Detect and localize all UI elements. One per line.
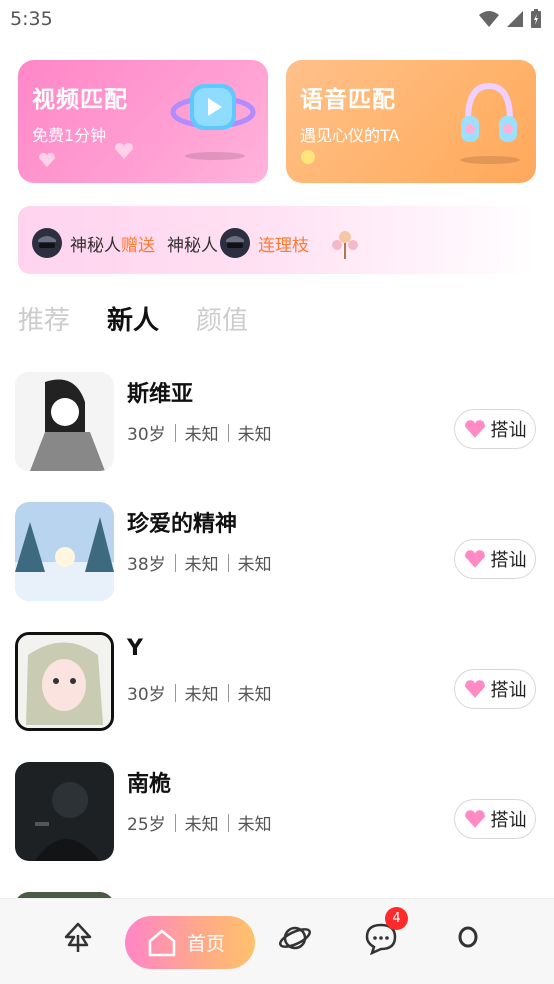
gift-receiver: 神秘人 <box>167 235 218 256</box>
tree-icon[interactable] <box>62 921 94 953</box>
message-badge: 4 <box>385 907 408 930</box>
greet-button-label: 搭讪 <box>490 680 527 701</box>
user-name: 斯维亚 <box>127 382 194 407</box>
video-match-subtitle: 免费1分钟 <box>32 126 107 145</box>
user-field: 未知 <box>184 425 219 445</box>
gift-name: 连理枝 <box>258 235 309 256</box>
avatar[interactable] <box>15 372 114 471</box>
home-icon <box>148 929 176 956</box>
heart-icon <box>464 550 485 568</box>
user-age: 30岁 <box>127 685 166 705</box>
anonymous-avatar-icon <box>220 228 250 258</box>
tab-looks[interactable]: 颜值 <box>196 300 248 340</box>
user-name: 南桅 <box>127 772 172 797</box>
heart-icon <box>464 420 485 438</box>
user-meta: 30岁 未知 未知 <box>127 680 272 705</box>
headphones-icon <box>461 82 517 142</box>
planet-icon[interactable] <box>278 921 312 955</box>
gift-sender: 神秘人 <box>70 235 121 256</box>
bottom-nav: 首页 4 <box>0 898 554 984</box>
home-tab[interactable]: 首页 <box>125 916 255 969</box>
gift-flower-icon <box>332 231 358 259</box>
greet-button[interactable]: 搭讪 <box>454 799 536 839</box>
user-age: 30岁 <box>127 425 166 445</box>
greet-button[interactable]: 搭讪 <box>454 409 536 449</box>
tab-recommend[interactable]: 推荐 <box>18 300 70 340</box>
user-field: 未知 <box>237 685 272 705</box>
gift-row: 神秘人 赠送 神秘人 连理枝 <box>32 225 363 261</box>
greet-button[interactable]: 搭讪 <box>454 669 536 709</box>
avatar[interactable] <box>15 762 114 861</box>
user-name: 珍爱的精神 <box>127 512 238 537</box>
user-field: 未知 <box>237 815 272 835</box>
anonymous-avatar-icon <box>32 228 62 258</box>
user-name: Y <box>127 636 143 661</box>
status-icons <box>478 9 542 29</box>
heart-decor-icon <box>115 143 133 159</box>
battery-charging-icon <box>531 9 541 28</box>
user-field: 未知 <box>184 685 219 705</box>
avatar[interactable] <box>15 632 114 731</box>
shadow-decor <box>185 152 245 160</box>
shadow-decor <box>460 156 520 164</box>
video-match-card[interactable]: 视频匹配 免费1分钟 <box>18 60 268 183</box>
star-decor-icon <box>301 150 315 164</box>
list-item[interactable] <box>0 884 554 898</box>
gift-action: 赠送 <box>121 235 155 256</box>
list-item[interactable]: 南桅 25岁 未知 未知 搭讪 <box>0 754 554 864</box>
user-field: 未知 <box>237 555 272 575</box>
category-tabs: 推荐 新人 颜值 <box>18 300 285 340</box>
greet-button[interactable]: 搭讪 <box>454 539 536 579</box>
user-field: 未知 <box>184 555 219 575</box>
user-field: 未知 <box>237 425 272 445</box>
status-bar: 5:35 <box>0 0 554 40</box>
heart-decor-icon <box>39 152 55 168</box>
tab-newcomer[interactable]: 新人 <box>107 300 159 340</box>
user-meta: 30岁 未知 未知 <box>127 420 272 445</box>
user-meta: 38岁 未知 未知 <box>127 550 272 575</box>
video-play-icon <box>170 84 256 130</box>
heart-icon <box>464 810 485 828</box>
voice-match-card[interactable]: 语音匹配 遇见心仪的TA <box>286 60 536 183</box>
user-age: 25岁 <box>127 815 166 835</box>
user-meta: 25岁 未知 未知 <box>127 810 272 835</box>
signal-icon <box>507 11 523 27</box>
status-time: 5:35 <box>10 8 53 30</box>
wifi-icon <box>479 11 499 27</box>
greet-button-label: 搭讪 <box>490 420 527 441</box>
voice-match-subtitle: 遇见心仪的TA <box>300 126 400 145</box>
list-item[interactable]: 珍爱的精神 38岁 未知 未知 搭讪 <box>0 494 554 604</box>
list-item[interactable]: 斯维亚 30岁 未知 未知 搭讪 <box>0 364 554 474</box>
home-label: 首页 <box>187 933 226 955</box>
user-field: 未知 <box>184 815 219 835</box>
list-item[interactable]: Y 30岁 未知 未知 搭讪 <box>0 624 554 734</box>
user-age: 38岁 <box>127 555 166 575</box>
profile-icon[interactable] <box>455 925 481 951</box>
greet-button-label: 搭讪 <box>490 810 527 831</box>
avatar[interactable] <box>15 502 114 601</box>
greet-button-label: 搭讪 <box>490 550 527 571</box>
voice-match-title: 语音匹配 <box>300 87 396 113</box>
heart-icon <box>464 680 485 698</box>
video-match-title: 视频匹配 <box>32 87 128 113</box>
gift-banner[interactable]: 神秘人 赠送 神秘人 连理枝 <box>18 206 536 274</box>
